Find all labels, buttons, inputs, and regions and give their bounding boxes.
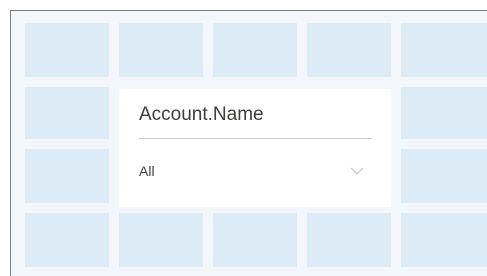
grid-tile — [401, 213, 487, 267]
chevron-down-icon[interactable] — [350, 163, 364, 175]
grid-tile — [25, 149, 109, 203]
filter-select-value[interactable]: All — [139, 163, 155, 179]
grid-tile — [401, 149, 487, 203]
dashboard-grid: Account.Name All — [10, 10, 487, 276]
divider — [139, 138, 372, 139]
grid-tile — [25, 213, 109, 267]
grid-tile — [25, 87, 109, 139]
grid-tile — [213, 23, 297, 77]
grid-tile — [307, 23, 391, 77]
grid-tile — [307, 213, 391, 267]
grid-tile — [213, 213, 297, 267]
grid-tile — [119, 23, 203, 77]
grid-tile — [401, 87, 487, 139]
grid-tile — [401, 23, 487, 77]
filter-title: Account.Name — [139, 104, 264, 125]
grid-tile — [119, 213, 203, 267]
filter-card: Account.Name All — [119, 89, 391, 207]
grid-tile — [25, 23, 109, 77]
